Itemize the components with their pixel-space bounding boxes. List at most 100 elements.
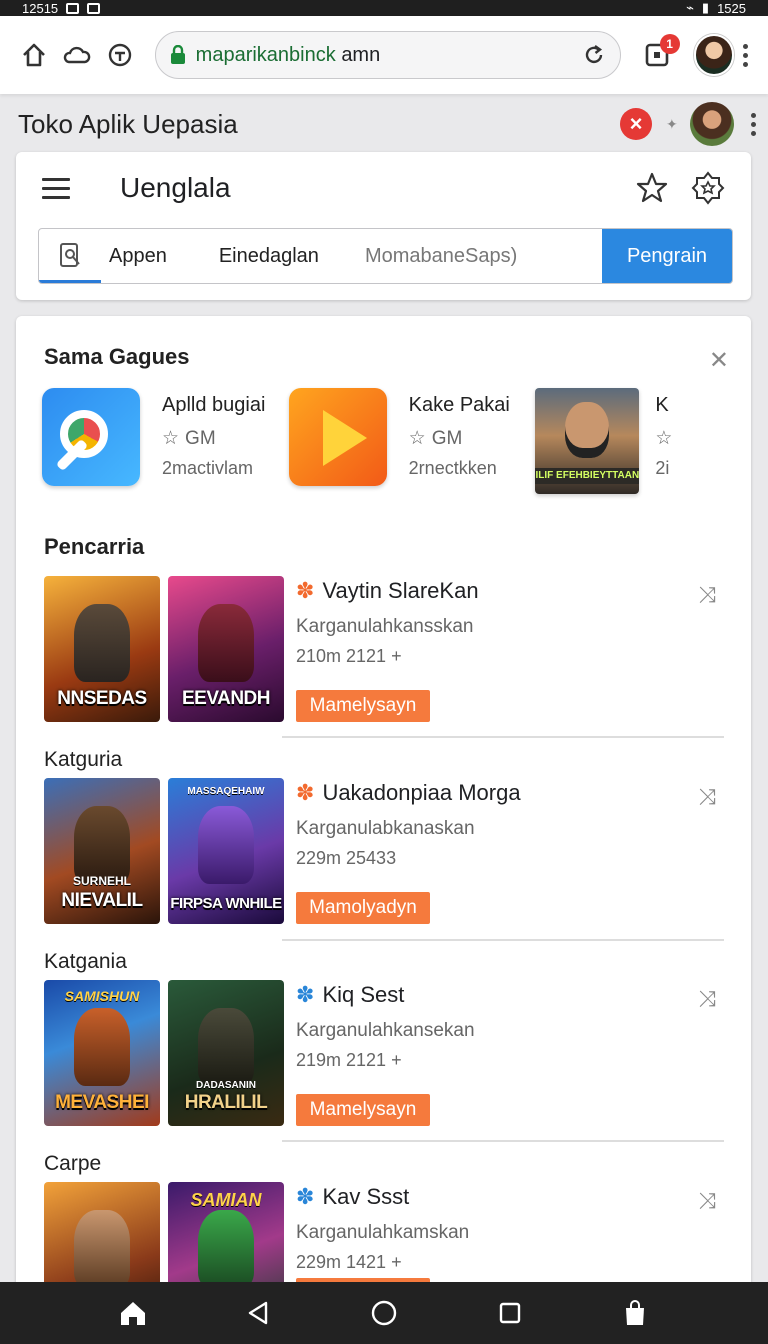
thumbnail-caption: FIRPSA WNHILE: [170, 895, 282, 912]
profile-avatar[interactable]: [693, 34, 735, 76]
app-name-text: Uakadonpiaa Morga: [322, 780, 521, 805]
dismiss-icon[interactable]: ⤨: [698, 986, 716, 1012]
hero-portrait-app-icon: ILIF EFEHBIEYTTAAN: [535, 388, 640, 494]
featured-app[interactable]: Aplld bugiai ☆ GM 2mactivlam: [42, 388, 289, 494]
featured-app-name: Aplld bugiai: [162, 394, 266, 416]
home-circle-nav-icon[interactable]: [366, 1295, 402, 1331]
cloud-icon[interactable]: [61, 38, 94, 72]
browser-menu-icon[interactable]: [740, 43, 750, 67]
thumbnail-top-text: SAMISHUN: [64, 988, 140, 1004]
list-item[interactable]: NNSEDAS EEVANDH ✽ Vaytin SlareKan Karganu…: [44, 576, 724, 726]
app-info: ✽ Kav Ssst Karganulahkamskan 229m 1421 +: [296, 1184, 469, 1273]
section-label: Pencarria: [44, 534, 145, 559]
page-menu-icon[interactable]: [748, 112, 758, 136]
install-button[interactable]: Mamelysayn: [296, 690, 430, 722]
dismiss-icon[interactable]: ⤨: [698, 1188, 716, 1214]
app-name: ✽ Kiq Sest: [296, 982, 475, 1008]
featured-app[interactable]: Kake Pakai ☆ GM 2rnectkken: [288, 388, 536, 494]
page-header: Toko Aplik Uepasia × ✦: [18, 102, 758, 146]
search-chip-einedaglan[interactable]: Einedaglan: [219, 245, 319, 268]
featured-app-sub: 2i: [655, 458, 670, 478]
system-nav-bar: [0, 1282, 768, 1344]
thumbnail-top-text: SURNEHL: [72, 874, 131, 888]
list-item[interactable]: SURNEHL NIEVALIL MASSAQEHAIW FIRPSA WNHI…: [44, 778, 724, 928]
search-button[interactable]: Pengrain: [602, 229, 732, 283]
list-item[interactable]: SAMIAN ✽ Kav Ssst Karganulahkamskan 229m …: [44, 1182, 724, 1296]
status-bar: 12515 ⌁ ▮ 1525: [0, 0, 768, 16]
app-info: ✽ Vaytin SlareKan Karganulahkansskan 210m…: [296, 578, 479, 667]
home-nav-icon[interactable]: [115, 1295, 151, 1331]
game-thumbnail: NNSEDAS: [44, 576, 160, 722]
app-stats: 219m 2121 +: [296, 1050, 402, 1070]
sparkle-icon[interactable]: ✦: [666, 117, 680, 131]
status-left: 12515: [22, 0, 101, 16]
star-icon[interactable]: [635, 171, 669, 205]
search-lens-app-icon: [42, 388, 140, 486]
featured-app-sub: 2rnectkken: [408, 458, 497, 478]
document-search-icon: [60, 243, 80, 267]
thumbnail-caption: NIEVALIL: [61, 890, 143, 911]
badge-star-icon[interactable]: [691, 171, 725, 205]
signal-icon: ▮: [701, 0, 710, 15]
search-chip-appen[interactable]: Appen: [109, 245, 167, 268]
flower-badge-icon: ✽: [296, 1184, 315, 1209]
search-input[interactable]: Appen Einedaglan MomabaneSaps): [39, 229, 602, 283]
address-bar[interactable]: maparikanbinck amn: [154, 31, 621, 79]
dismiss-icon[interactable]: ⤨: [698, 582, 716, 608]
dismiss-section-icon[interactable]: ✕: [709, 346, 729, 375]
shopping-bag-icon[interactable]: [617, 1295, 653, 1331]
mail-icon: [87, 2, 101, 14]
install-button[interactable]: Mamelysayn: [296, 1094, 430, 1126]
status-time-right: 1525: [717, 0, 746, 16]
back-nav-icon[interactable]: [240, 1295, 276, 1331]
flower-badge-icon: ✽: [296, 780, 315, 805]
thumbnail-caption: EEVANDH: [182, 688, 271, 709]
status-time-left: 12515: [22, 0, 59, 16]
thumbnail-caption: NNSEDAS: [57, 688, 147, 709]
rating-text: GM: [185, 427, 216, 449]
app-stats: 210m 2121 +: [296, 646, 402, 666]
reload-icon[interactable]: [582, 43, 606, 67]
game-thumbnail: DADASANIN HRALILIL: [168, 980, 284, 1126]
app-name: ✽ Uakadonpiaa Morga: [296, 780, 521, 806]
browser-toolbar: maparikanbinck amn 1: [0, 16, 768, 94]
rating-text: GM: [431, 427, 463, 449]
flower-badge-icon: ✽: [296, 982, 315, 1007]
app-title: Uenglala: [120, 172, 231, 203]
page-title: Toko Aplik Uepasia: [18, 108, 238, 139]
featured-section-title: Sama Gagues: [44, 344, 190, 369]
featured-apps-carousel: Aplld bugiai ☆ GM 2mactivlam Kake Pakai ☆…: [42, 388, 751, 494]
app-stats: 229m 1421 +: [296, 1252, 402, 1272]
recents-nav-icon[interactable]: [492, 1295, 528, 1331]
app-bar: Uenglala: [16, 152, 751, 224]
featured-app[interactable]: ILIF EFEHBIEYTTAAN K ☆ 2i: [535, 388, 751, 494]
status-right: ⌁ ▮ 1525: [686, 0, 746, 16]
rating-star-icon: ☆: [162, 428, 180, 449]
featured-app-meta: Kake Pakai ☆ GM 2rnectkken: [409, 388, 510, 494]
hamburger-menu-icon[interactable]: [42, 177, 70, 199]
section-label: Katguria: [44, 748, 123, 771]
game-thumbnail: SURNEHL NIEVALIL: [44, 778, 160, 924]
dismiss-icon[interactable]: ⤨: [698, 784, 716, 810]
tabs-button[interactable]: 1: [641, 34, 680, 72]
home-icon[interactable]: [18, 38, 51, 72]
app-banner-text: ILIF EFEHBIEYTTAAN: [535, 468, 640, 484]
url-text: maparikanbinck amn: [196, 44, 582, 67]
user-avatar[interactable]: [690, 102, 734, 146]
app-stats: 229m 25433: [296, 848, 397, 868]
thumbnail-top-text: DADASANIN: [196, 1080, 256, 1091]
list-item[interactable]: SAMISHUN MEVASHEI DADASANIN HRALILIL ✽ Ki…: [44, 980, 724, 1130]
section-label: Katgania: [44, 950, 127, 973]
install-button[interactable]: Mamolyadyn: [296, 892, 430, 924]
app-name-text: Vaytin SlareKan: [322, 578, 479, 603]
rating-star-icon: ☆: [408, 428, 426, 449]
search-placeholder: MomabaneSaps): [364, 244, 518, 267]
wifi-icon: ⌁: [686, 0, 694, 15]
thumbnail-top-text: MASSAQEHAIW: [187, 786, 265, 797]
close-icon[interactable]: ×: [620, 108, 652, 140]
featured-app-name: K: [655, 394, 669, 416]
featured-app-sub: 2mactivlam: [162, 458, 254, 478]
shield-icon[interactable]: [104, 38, 137, 72]
notification-icon: [66, 2, 80, 14]
app-developer: Karganulahkansekan: [296, 1020, 475, 1041]
